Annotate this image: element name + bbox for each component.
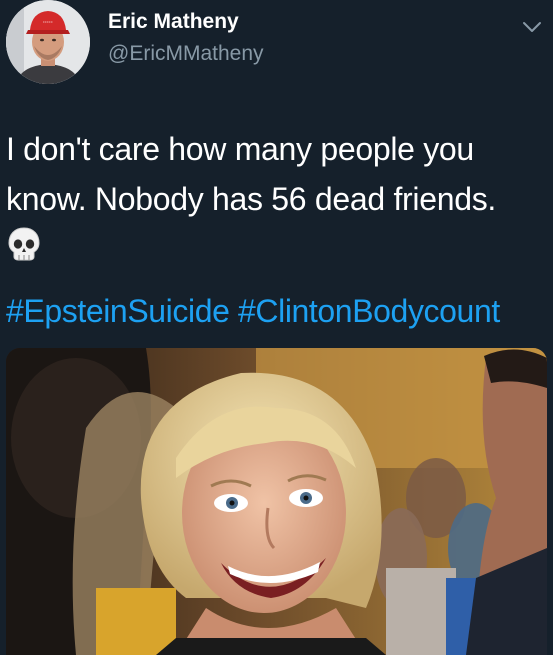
tweet-photo[interactable] [6, 348, 547, 655]
svg-text:·····: ····· [43, 20, 53, 26]
author-handle[interactable]: @EricMMatheny [108, 42, 264, 66]
tweet-card: ····· Eric Matheny @EricMMatheny I don't… [0, 0, 553, 655]
avatar[interactable]: ····· [6, 0, 90, 84]
skull-emoji-icon [6, 226, 42, 264]
hashtag-row: #EpsteinSuicide #ClintonBodycount [6, 286, 500, 336]
tweet-text: I don't care how many people you know. N… [6, 124, 546, 224]
hashtag-link[interactable]: #EpsteinSuicide [6, 293, 230, 329]
tweet-text-line: I don't care how many people you [6, 131, 474, 167]
crowd-photo-image [6, 348, 547, 655]
author-display-name[interactable]: Eric Matheny [108, 10, 239, 34]
hashtag-link[interactable]: #ClintonBodycount [238, 293, 500, 329]
chevron-down-icon[interactable] [521, 18, 543, 36]
tweet-text-line: know. Nobody has 56 dead friends. [6, 181, 496, 217]
avatar-photo-icon: ····· [6, 0, 90, 84]
